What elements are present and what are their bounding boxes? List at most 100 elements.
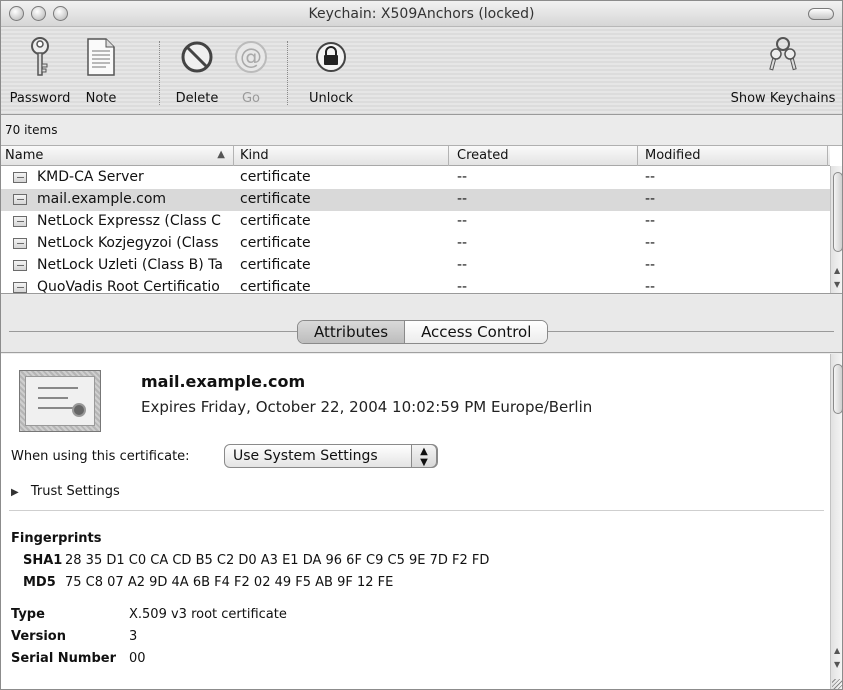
toolbar-separator xyxy=(287,41,288,105)
svg-text:@: @ xyxy=(240,45,262,70)
row-modified: -- xyxy=(645,257,656,273)
password-button[interactable]: Password xyxy=(9,33,71,106)
certificate-icon xyxy=(13,172,27,183)
row-modified: -- xyxy=(645,235,656,251)
row-kind: certificate xyxy=(240,279,311,294)
version-label: Version xyxy=(11,629,66,644)
certificate-name: mail.example.com xyxy=(141,372,306,391)
title-bar[interactable]: Keychain: X509Anchors (locked) xyxy=(1,1,842,27)
fingerprints-heading: Fingerprints xyxy=(11,531,102,546)
table-row-selected[interactable]: mail.example.com certificate -- -- xyxy=(1,189,830,211)
delete-button-label: Delete xyxy=(175,91,219,106)
items-count-bar: 70 items xyxy=(1,116,842,146)
column-divider[interactable] xyxy=(637,146,638,166)
md5-value: 75 C8 07 A2 9D 4A 6B F4 F2 02 49 F5 AB 9… xyxy=(65,575,394,590)
column-header-kind[interactable]: Kind xyxy=(240,148,440,166)
lock-icon xyxy=(301,33,361,81)
row-modified: -- xyxy=(645,169,656,185)
list-scrollbar[interactable]: ▲ ▼ xyxy=(830,166,842,293)
column-divider[interactable] xyxy=(448,146,449,166)
trust-policy-value: Use System Settings xyxy=(233,448,378,464)
note-button[interactable]: Note xyxy=(81,33,121,106)
tab-attributes[interactable]: Attributes xyxy=(298,321,406,343)
column-divider xyxy=(827,146,828,166)
show-keychains-button-label: Show Keychains xyxy=(730,91,836,106)
section-divider xyxy=(9,510,824,511)
row-kind: certificate xyxy=(240,235,311,251)
disclosure-triangle-icon[interactable]: ▶ xyxy=(11,487,19,498)
keychain-icon xyxy=(727,33,839,81)
certificate-icon xyxy=(13,282,27,293)
row-created: -- xyxy=(457,213,468,229)
detail-scrollbar-thumb[interactable] xyxy=(833,364,842,414)
detail-scrollbar[interactable]: ▲ ▼ xyxy=(830,354,842,689)
certificate-expiry: Expires Friday, October 22, 2004 10:02:5… xyxy=(141,398,593,416)
row-created: -- xyxy=(457,235,468,251)
tab-access-control[interactable]: Access Control xyxy=(405,321,548,343)
serial-number-value: 00 xyxy=(129,651,146,666)
row-modified: -- xyxy=(645,213,656,229)
row-name: NetLock Expressz (Class C xyxy=(37,213,221,229)
delete-button[interactable]: Delete xyxy=(167,33,227,106)
column-header-modified[interactable]: Modified xyxy=(645,148,825,166)
resize-grip-icon[interactable] xyxy=(832,679,842,689)
column-divider[interactable] xyxy=(233,146,234,166)
items-table: Name ▲ Kind Created Modified KMD-CA Serv… xyxy=(1,146,842,294)
row-created: -- xyxy=(457,279,468,294)
certificate-image-icon xyxy=(19,370,101,432)
keychain-window: Keychain: X509Anchors (locked) Password xyxy=(0,0,843,690)
table-row[interactable]: NetLock Kozjegyzoi (Class certificate --… xyxy=(1,233,830,255)
row-kind: certificate xyxy=(240,191,311,207)
trust-settings-disclosure[interactable]: ▶ Trust Settings xyxy=(11,484,120,499)
toolbar: Password Note Delete @ Go Unlock Show Ke… xyxy=(1,27,842,115)
scroll-up-arrow-icon[interactable]: ▲ xyxy=(834,266,840,275)
type-label: Type xyxy=(11,607,45,622)
table-row[interactable]: NetLock Uzleti (Class B) Ta certificate … xyxy=(1,255,830,277)
row-name: NetLock Kozjegyzoi (Class xyxy=(37,235,219,251)
row-kind: certificate xyxy=(240,257,311,273)
trust-policy-select[interactable]: Use System Settings ▲ ▼ xyxy=(224,444,438,468)
delete-icon xyxy=(167,33,227,81)
certificate-icon xyxy=(13,216,27,227)
popup-arrows-icon: ▲ ▼ xyxy=(411,444,437,468)
unlock-button[interactable]: Unlock xyxy=(301,33,361,106)
unlock-button-label: Unlock xyxy=(309,91,353,106)
note-icon xyxy=(81,33,121,81)
row-name: NetLock Uzleti (Class B) Ta xyxy=(37,257,223,273)
table-row[interactable]: QuoVadis Root Certificatio certificate -… xyxy=(1,277,830,294)
key-icon xyxy=(9,33,71,81)
tab-bar: Attributes Access Control xyxy=(1,295,842,353)
trust-settings-label: Trust Settings xyxy=(30,484,120,499)
detail-pane: mail.example.com Expires Friday, October… xyxy=(1,354,842,689)
row-created: -- xyxy=(457,169,468,185)
row-name: mail.example.com xyxy=(37,191,167,207)
column-header-name[interactable]: Name ▲ xyxy=(5,148,229,166)
sort-ascending-icon: ▲ xyxy=(217,149,225,160)
show-keychains-button[interactable]: Show Keychains xyxy=(727,33,839,106)
row-kind: certificate xyxy=(240,213,311,229)
items-count: 70 items xyxy=(5,123,58,137)
certificate-icon xyxy=(13,238,27,249)
column-header-created[interactable]: Created xyxy=(457,148,637,166)
list-scrollbar-thumb[interactable] xyxy=(833,172,842,252)
table-row[interactable]: NetLock Expressz (Class C certificate --… xyxy=(1,211,830,233)
password-button-label: Password xyxy=(9,91,71,106)
type-value: X.509 v3 root certificate xyxy=(129,607,287,622)
go-button[interactable]: @ Go xyxy=(231,33,271,106)
window-title: Keychain: X509Anchors (locked) xyxy=(308,6,535,22)
row-kind: certificate xyxy=(240,169,311,185)
table-row[interactable]: KMD-CA Server certificate -- -- xyxy=(1,167,830,189)
toolbar-toggle-button[interactable] xyxy=(808,8,834,20)
scroll-down-arrow-icon[interactable]: ▼ xyxy=(834,280,840,289)
row-modified: -- xyxy=(645,279,656,294)
row-created: -- xyxy=(457,257,468,273)
go-button-label: Go xyxy=(241,91,261,106)
scroll-up-arrow-icon[interactable]: ▲ xyxy=(834,646,840,655)
sha1-value: 28 35 D1 C0 CA CD B5 C2 D0 A3 E1 DA 96 6… xyxy=(65,553,490,568)
segmented-tabs: Attributes Access Control xyxy=(297,320,549,344)
scroll-down-arrow-icon[interactable]: ▼ xyxy=(834,660,840,669)
md5-label: MD5 xyxy=(23,575,56,590)
row-created: -- xyxy=(457,191,468,207)
certificate-icon xyxy=(13,260,27,271)
row-modified: -- xyxy=(645,191,656,207)
